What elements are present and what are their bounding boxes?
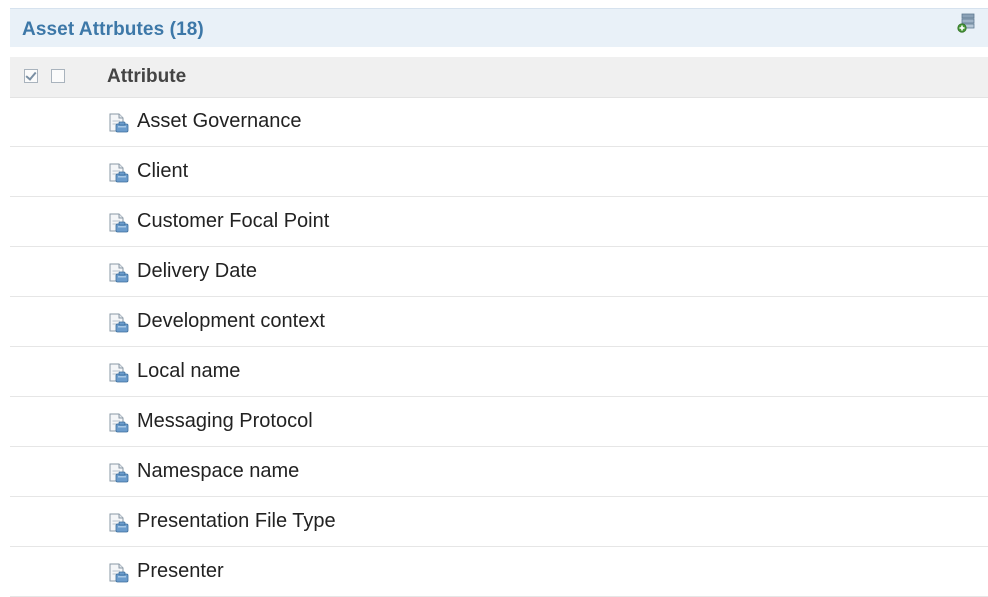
attribute-link[interactable]: Presenter [137, 560, 224, 583]
attribute-list: Asset Governance Client Customer Focal P… [10, 97, 988, 597]
table-column-header: Attribute [10, 57, 988, 98]
attribute-document-icon [108, 463, 130, 483]
attribute-document-icon [108, 263, 130, 283]
list-item[interactable]: Customer Focal Point [10, 197, 988, 247]
attribute-document-icon [108, 363, 130, 383]
attribute-link[interactable]: Asset Governance [137, 110, 302, 133]
attribute-link[interactable]: Delivery Date [137, 260, 257, 283]
list-item[interactable]: Client [10, 147, 988, 197]
select-all-checkbox[interactable] [24, 69, 38, 83]
list-item[interactable]: Presenter [10, 547, 988, 597]
attribute-link[interactable]: Namespace name [137, 460, 299, 483]
attribute-link[interactable]: Presentation File Type [137, 510, 336, 533]
panel-header: Asset Attrbutes (18) [10, 8, 988, 47]
attribute-document-icon [108, 163, 130, 183]
list-item[interactable]: Delivery Date [10, 247, 988, 297]
list-item[interactable]: Local name [10, 347, 988, 397]
attribute-document-icon [108, 513, 130, 533]
attribute-link[interactable]: Local name [137, 360, 240, 383]
add-attribute-icon[interactable] [956, 12, 978, 34]
asset-attributes-panel: Asset Attrbutes (18) Attribute Asset Gov… [10, 0, 988, 597]
select-none-checkbox[interactable] [51, 69, 65, 83]
attribute-link[interactable]: Client [137, 160, 188, 183]
attribute-column-header[interactable]: Attribute [107, 66, 186, 88]
attribute-document-icon [108, 113, 130, 133]
attribute-link[interactable]: Customer Focal Point [137, 210, 329, 233]
list-item[interactable]: Presentation File Type [10, 497, 988, 547]
attribute-document-icon [108, 213, 130, 233]
panel-title: Asset Attrbutes (18) [22, 19, 204, 40]
attribute-document-icon [108, 563, 130, 583]
list-item[interactable]: Messaging Protocol [10, 397, 988, 447]
attribute-document-icon [108, 313, 130, 333]
list-item[interactable]: Asset Governance [10, 97, 988, 147]
list-item[interactable]: Namespace name [10, 447, 988, 497]
list-item[interactable]: Development context [10, 297, 988, 347]
attribute-document-icon [108, 413, 130, 433]
attribute-link[interactable]: Messaging Protocol [137, 410, 313, 433]
attribute-link[interactable]: Development context [137, 310, 325, 333]
